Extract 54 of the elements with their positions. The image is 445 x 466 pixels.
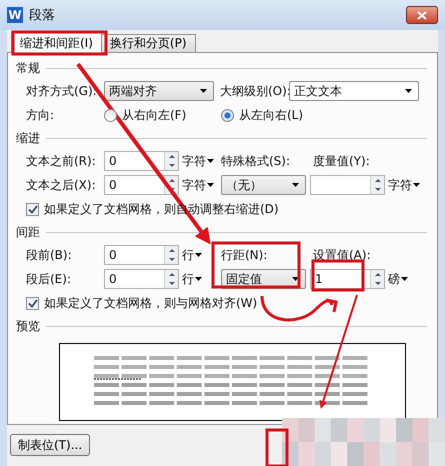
number-field[interactable]: 0 [104,269,179,289]
close-button[interactable] [406,6,438,24]
unit-dropdown[interactable]: 字符 [385,176,427,194]
radio-button[interactable] [221,108,234,122]
unit-dropdown[interactable]: 行 [179,270,221,288]
unit-dropdown[interactable]: 字符 [179,152,221,170]
dropdown[interactable]: 正文文本 [289,81,419,101]
field-label: 行距(N): [221,246,268,264]
field-label: 段前(B): [26,246,73,264]
field-label: 文本之前(R): [26,152,97,170]
caret-icon [401,277,408,281]
section-heading: 缩进 [16,130,40,146]
caret-icon [292,183,299,187]
number-field[interactable]: 1 [310,269,385,289]
field-label: 大纲级别(O): [219,82,289,100]
field-label: 度量值(Y): [313,152,371,170]
caret-icon [292,277,299,281]
tab[interactable]: 换行和分页(P) [100,34,196,53]
caret-icon [413,183,420,187]
highlight-box [312,260,364,292]
number-field[interactable] [310,175,385,195]
field-label: 对齐方式(G): [26,82,98,100]
section-heading: 预览 [16,318,40,334]
window-title: 段落 [29,7,56,24]
unit-dropdown[interactable]: 字符 [179,176,221,194]
caret-icon [200,89,207,93]
checkbox[interactable] [26,296,39,310]
checkbox[interactable] [26,202,39,216]
section-heading: 间距 [16,224,40,240]
caret-icon [195,277,202,281]
number-field[interactable]: 0 [104,175,179,195]
unit-dropdown[interactable]: 行 [179,246,221,264]
checkbox-label: 如果定义了文档网格，则与网格对齐(W) [44,294,258,312]
close-icon [417,10,427,20]
app-logo: W [7,7,23,23]
section-heading: 常规 [16,60,40,76]
field-label: 方向: [26,106,56,124]
field-label: 段后(E): [26,270,72,288]
unit-dropdown[interactable]: 磅 [385,270,427,288]
number-field[interactable]: 0 [104,245,179,265]
dropdown[interactable]: 两端对齐 [104,81,214,101]
tabs-button[interactable]: 制表位(T)... [10,434,90,456]
caret-icon [207,183,214,187]
highlight-box [266,428,288,466]
number-field[interactable]: 0 [104,151,179,171]
radio-button[interactable] [104,108,117,122]
field-label: 文本之后(X): [26,176,97,194]
radio-label: 从右向左(F) [122,106,186,124]
field-label: 特殊格式(S): [221,152,292,170]
caret-icon [207,159,214,163]
radio-label: 从左向右(L) [239,106,304,124]
dropdown[interactable]: （无） [221,175,306,195]
caret-icon [195,253,202,257]
caret-icon [405,89,412,93]
